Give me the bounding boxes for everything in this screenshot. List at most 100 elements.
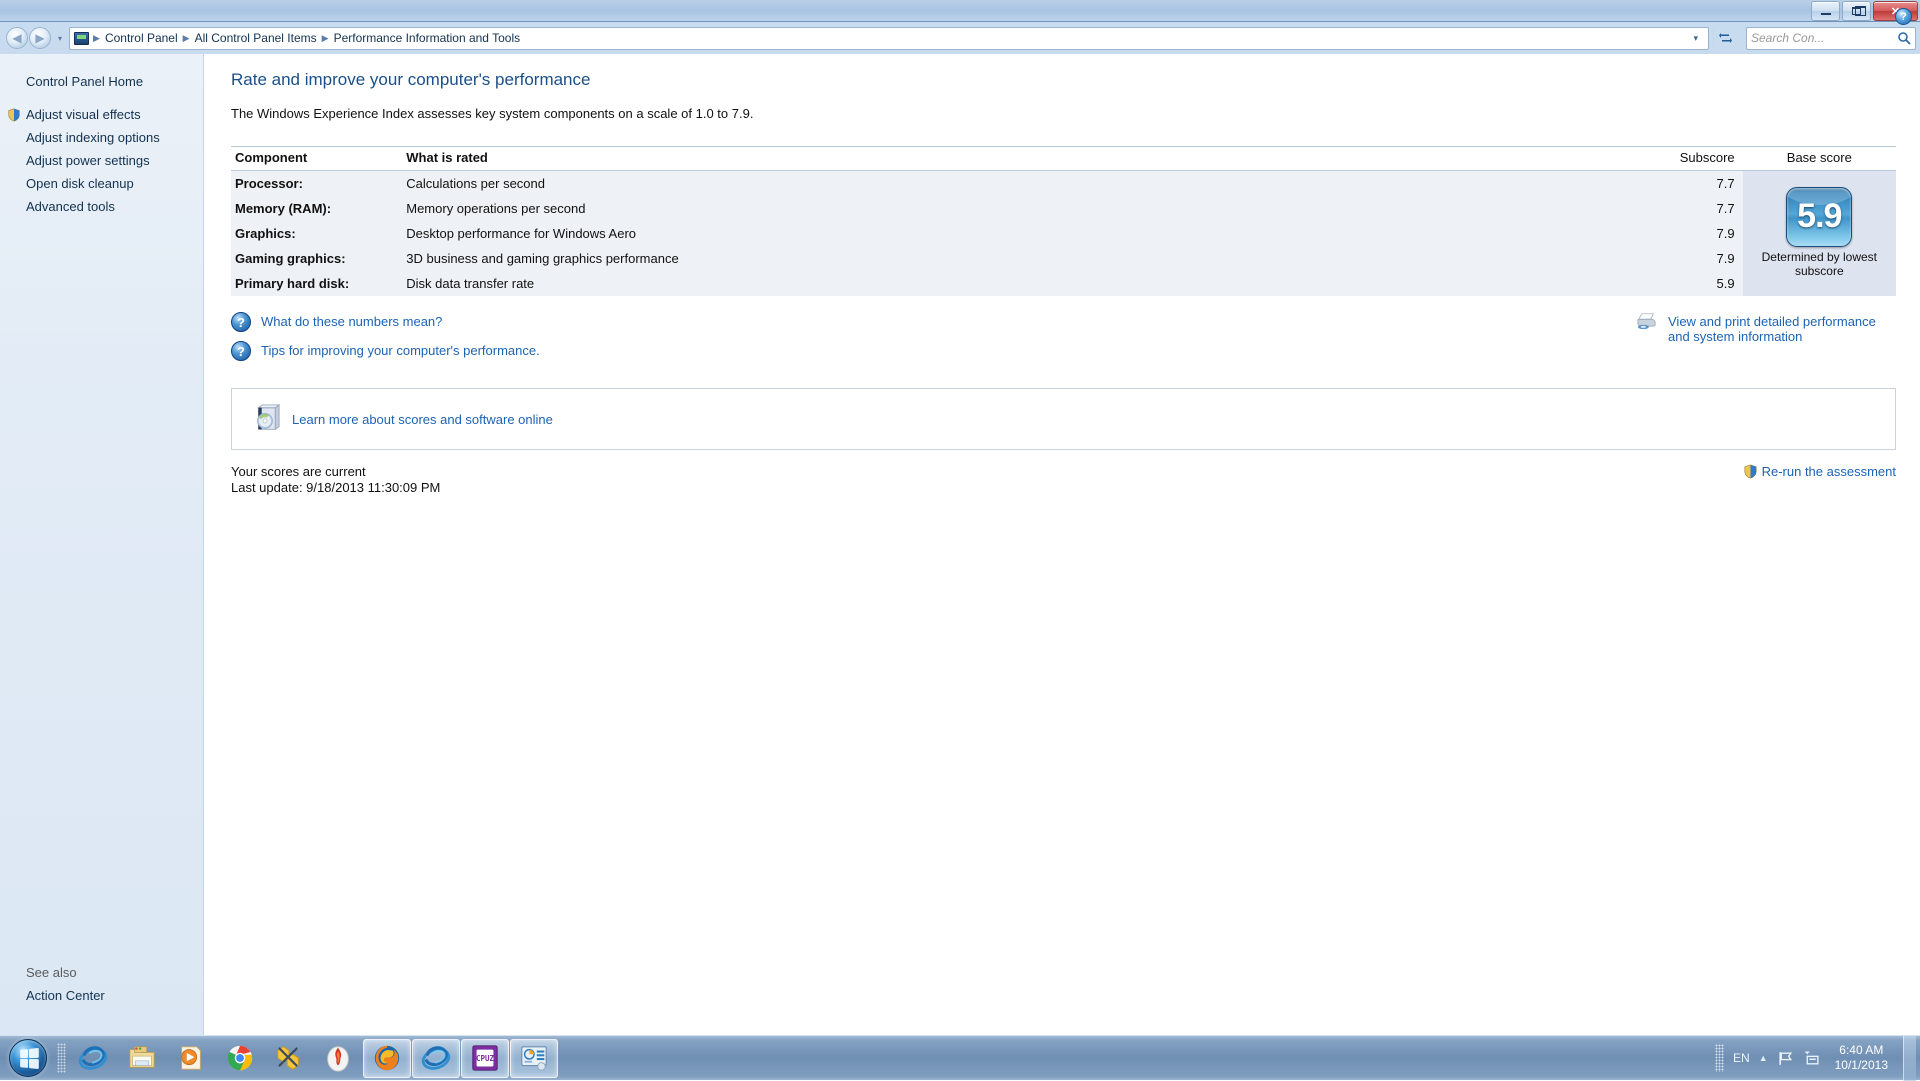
help-icon[interactable]: ? <box>1895 8 1912 25</box>
svg-text:CPUZ: CPUZ <box>476 1054 495 1063</box>
refresh-button[interactable] <box>1713 28 1737 49</box>
link-label: Learn more about scores and software onl… <box>292 410 553 427</box>
row-component: Gaming graphics: <box>231 246 406 271</box>
windows-start-orb-icon <box>9 1039 47 1077</box>
table-row[interactable]: Processor: Calculations per second 7.7 5… <box>231 171 1896 197</box>
row-what-is-rated: 3D business and gaming graphics performa… <box>406 246 1666 271</box>
row-component: Processor: <box>231 171 406 197</box>
row-what-is-rated: Disk data transfer rate <box>406 271 1666 296</box>
address-bar[interactable]: ▶ Control Panel ▶ All Control Panel Item… <box>69 27 1709 50</box>
clock-time: 6:40 AM <box>1835 1043 1888 1058</box>
taskbar-item-internet-explorer-window[interactable] <box>412 1039 460 1078</box>
see-also-section: See also Action Center <box>0 961 203 1007</box>
row-component: Primary hard disk: <box>231 271 406 296</box>
last-update-text: Last update: 9/18/2013 11:30:09 PM <box>231 480 1896 496</box>
status-text-block: Your scores are current Last update: 9/1… <box>231 464 1896 497</box>
sidebar-item-adjust-visual-effects[interactable]: Adjust visual effects <box>0 103 203 126</box>
link-view-and-print-details[interactable]: View and print detailed performance and … <box>1636 312 1896 345</box>
refresh-icon <box>1718 31 1733 45</box>
show-desktop-button[interactable] <box>1903 1036 1916 1081</box>
control-panel-icon <box>74 32 89 45</box>
link-label: Tips for improving your computer's perfo… <box>261 341 540 358</box>
tools-wrench-icon <box>274 1043 304 1073</box>
taskbar-item-windows-explorer[interactable] <box>118 1039 166 1078</box>
table-row[interactable]: Gaming graphics: 3D business and gaming … <box>231 246 1896 271</box>
row-subscore: 7.7 <box>1666 196 1743 221</box>
taskbar-item-windows-media-player[interactable] <box>167 1039 215 1078</box>
row-what-is-rated: Memory operations per second <box>406 196 1666 221</box>
row-subscore: 5.9 <box>1666 271 1743 296</box>
breadcrumb-separator-0: ▶ <box>92 33 101 44</box>
uac-shield-icon <box>1743 464 1758 479</box>
question-mark-icon: ? <box>231 341 251 361</box>
rerun-assessment-button[interactable]: Re-run the assessment <box>1743 464 1896 479</box>
sidebar-item-label: Adjust indexing options <box>26 130 160 145</box>
taskbar-item-cpu-z[interactable]: CPUZ <box>461 1039 509 1078</box>
performance-table: Component What is rated Subscore Base sc… <box>231 146 1896 296</box>
table-header: Component What is rated Subscore Base sc… <box>231 147 1896 171</box>
back-button[interactable]: ◀ <box>6 27 28 49</box>
cpu-z-icon: CPUZ <box>470 1043 500 1073</box>
software-box-icon <box>250 404 280 434</box>
network-icon[interactable] <box>1803 1050 1820 1067</box>
base-score-value: 5.9 <box>1797 197 1841 236</box>
address-dropdown-icon[interactable]: ▾ <box>1685 33 1706 44</box>
window-titlebar[interactable]: ✕ <box>0 0 1920 22</box>
sidebar-item-control-panel-home[interactable]: Control Panel Home <box>0 70 203 93</box>
forward-button[interactable]: ▶ <box>29 27 51 49</box>
language-indicator[interactable]: EN <box>1733 1051 1750 1065</box>
show-hidden-icons-button[interactable]: ▲ <box>1759 1053 1768 1063</box>
taskbar-item-system-monitor[interactable] <box>510 1039 558 1078</box>
taskbar-grip[interactable] <box>57 1043 66 1073</box>
base-score-cell: 5.9 Determined by lowest subscore <box>1743 171 1896 297</box>
link-label: View and print detailed performance and … <box>1668 312 1896 345</box>
taskbar-item-google-chrome[interactable] <box>216 1039 264 1078</box>
breadcrumb-all-items[interactable]: All Control Panel Items <box>191 29 321 47</box>
base-score-caption: Determined by lowest subscore <box>1743 247 1896 287</box>
search-input[interactable]: Search Con... <box>1751 31 1897 45</box>
taskbar-item-mozilla-firefox[interactable] <box>363 1039 411 1078</box>
link-what-do-numbers-mean[interactable]: ? What do these numbers mean? <box>231 312 651 332</box>
breadcrumb-separator-1: ▶ <box>182 33 191 44</box>
sidebar-item-adjust-indexing-options[interactable]: Adjust indexing options <box>0 126 203 149</box>
maximize-button[interactable] <box>1842 1 1871 21</box>
table-row[interactable]: Memory (RAM): Memory operations per seco… <box>231 196 1896 221</box>
minimize-button[interactable] <box>1811 1 1840 21</box>
sidebar-item-label: Open disk cleanup <box>26 176 134 191</box>
folder-explorer-icon <box>127 1043 157 1073</box>
header-base-score: Base score <box>1743 147 1896 171</box>
header-subscore: Subscore <box>1666 147 1743 171</box>
header-component: Component <box>231 147 406 171</box>
action-center-flag-icon[interactable] <box>1777 1050 1794 1067</box>
link-tips-for-improving[interactable]: ? Tips for improving your computer's per… <box>231 341 651 361</box>
sidebar-item-adjust-power-settings[interactable]: Adjust power settings <box>0 149 203 172</box>
base-score-badge: 5.9 <box>1786 187 1852 247</box>
row-subscore: 7.9 <box>1666 246 1743 271</box>
taskbar-item-flame-app[interactable] <box>314 1039 362 1078</box>
windows-flag-icon <box>20 1048 39 1069</box>
row-what-is-rated: Calculations per second <box>406 171 1666 197</box>
media-player-icon <box>176 1043 206 1073</box>
start-button[interactable] <box>2 1038 54 1079</box>
sidebar-item-open-disk-cleanup[interactable]: Open disk cleanup <box>0 172 203 195</box>
table-row[interactable]: Graphics: Desktop performance for Window… <box>231 221 1896 246</box>
uac-shield-icon <box>7 108 21 122</box>
taskbar-item-tools-utility[interactable] <box>265 1039 313 1078</box>
nav-arrows: ◀ ▶ <box>6 27 51 49</box>
sidebar-item-advanced-tools[interactable]: Advanced tools <box>0 195 203 218</box>
sidebar-item-label: Advanced tools <box>26 199 115 214</box>
question-mark-icon: ? <box>231 312 251 332</box>
breadcrumb-control-panel[interactable]: Control Panel <box>101 29 182 47</box>
rerun-label: Re-run the assessment <box>1762 464 1896 479</box>
history-dropdown-icon[interactable]: ▾ <box>55 34 65 43</box>
table-row[interactable]: Primary hard disk: Disk data transfer ra… <box>231 271 1896 296</box>
control-panel-window: ✕ ◀ ▶ ▾ ▶ Control Panel ▶ All Control Pa… <box>0 0 1920 1035</box>
row-subscore: 7.7 <box>1666 171 1743 197</box>
learn-more-box[interactable]: Learn more about scores and software onl… <box>231 388 1896 450</box>
taskbar-item-internet-explorer[interactable] <box>69 1039 117 1078</box>
see-also-heading: See also <box>0 961 203 984</box>
search-box[interactable]: Search Con... <box>1746 27 1916 50</box>
clock[interactable]: 6:40 AM 10/1/2013 <box>1829 1043 1894 1073</box>
row-component: Graphics: <box>231 221 406 246</box>
sidebar-item-action-center[interactable]: Action Center <box>0 984 203 1007</box>
